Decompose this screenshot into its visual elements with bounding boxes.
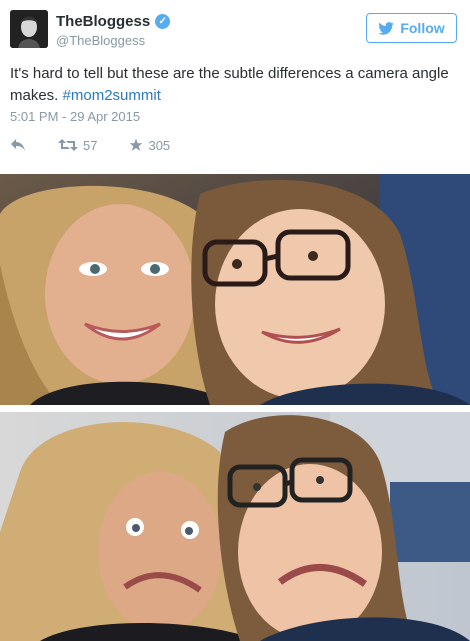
avatar[interactable] [10, 10, 48, 48]
twitter-bird-icon [378, 21, 395, 35]
user-handle[interactable]: @TheBloggess [56, 33, 145, 48]
tweet-photo-unflattering[interactable] [0, 412, 470, 641]
tweet-actions: 57 305 [10, 136, 202, 154]
favorite-count: 305 [148, 137, 171, 153]
follow-label: Follow [400, 20, 445, 36]
retweet-icon [58, 139, 78, 151]
tweet-text: It's hard to tell but these are the subt… [10, 63, 460, 107]
star-icon [130, 138, 143, 151]
retweet-count: 57 [83, 137, 98, 153]
reply-button[interactable] [10, 138, 26, 152]
retweet-button[interactable]: 57 [58, 138, 97, 153]
timestamp[interactable]: 5:01 PM - 29 Apr 2015 [10, 109, 140, 124]
tweet-card: TheBloggess ✓ @TheBloggess Follow It's h… [0, 0, 470, 165]
tweet-photo-flattering[interactable] [0, 174, 470, 405]
reply-icon [11, 139, 25, 151]
verified-badge-icon: ✓ [155, 14, 171, 29]
display-name-row[interactable]: TheBloggess ✓ [56, 13, 171, 30]
display-name[interactable]: TheBloggess [56, 13, 150, 30]
follow-button[interactable]: Follow [366, 13, 457, 43]
favorite-button[interactable]: 305 [129, 138, 170, 153]
hashtag-link[interactable]: #mom2summit [63, 87, 161, 104]
